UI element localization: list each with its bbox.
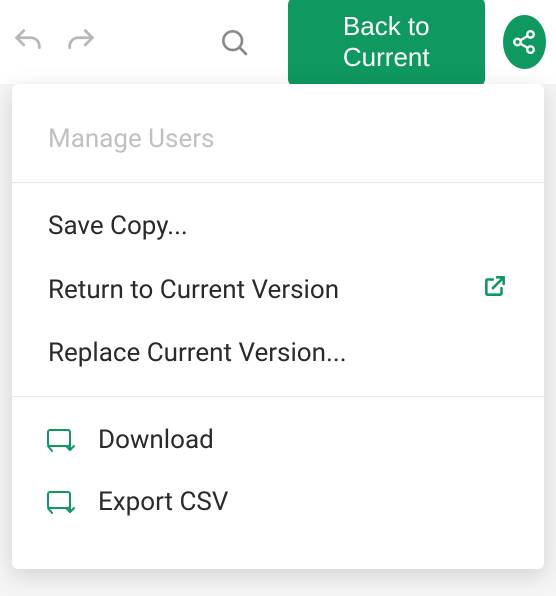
menu-label: Save Copy... xyxy=(48,211,508,241)
menu-separator xyxy=(12,182,544,183)
download-icon xyxy=(46,427,76,453)
menu-item-download[interactable]: Download xyxy=(12,409,544,471)
menu-separator xyxy=(12,396,544,397)
redo-button[interactable] xyxy=(63,20,98,64)
menu-item-export-csv[interactable]: Export CSV xyxy=(12,471,544,533)
menu-label: Manage Users xyxy=(48,124,508,154)
menu-label: Export CSV xyxy=(98,487,508,517)
undo-icon xyxy=(11,25,45,59)
menu-label: Return to Current Version xyxy=(48,275,460,305)
redo-icon xyxy=(64,25,98,59)
menu-label: Replace Current Version... xyxy=(48,338,508,368)
external-link-icon xyxy=(482,273,508,306)
share-button[interactable] xyxy=(503,15,546,69)
search-icon xyxy=(218,26,250,58)
menu-item-replace-current[interactable]: Replace Current Version... xyxy=(12,322,544,384)
menu-item-return-current[interactable]: Return to Current Version xyxy=(12,257,544,322)
dropdown-menu: Manage Users Save Copy... Return to Curr… xyxy=(12,84,544,569)
toolbar: Back to Current xyxy=(0,0,556,84)
export-csv-icon xyxy=(46,489,76,515)
menu-label: Download xyxy=(98,425,508,455)
menu-item-manage-users: Manage Users xyxy=(12,108,544,170)
undo-button[interactable] xyxy=(10,20,45,64)
share-icon xyxy=(511,29,537,55)
back-to-current-button[interactable]: Back to Current xyxy=(288,0,485,87)
menu-item-save-copy[interactable]: Save Copy... xyxy=(12,195,544,257)
search-button[interactable] xyxy=(217,20,252,64)
